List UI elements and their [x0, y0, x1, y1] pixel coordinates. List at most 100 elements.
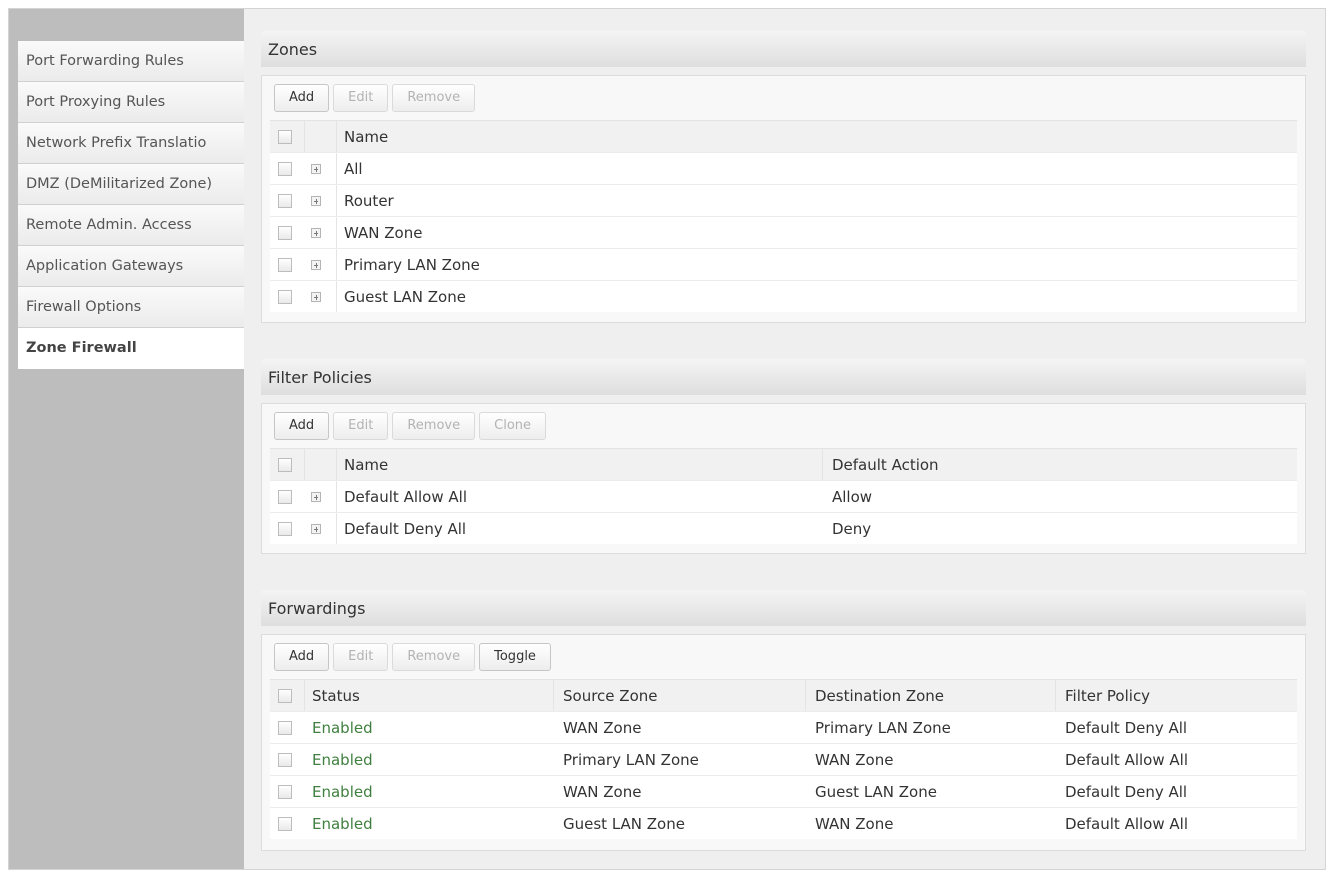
row-checkbox[interactable]	[278, 162, 292, 176]
table-row: WAN Zone	[270, 216, 1297, 248]
column-divider	[336, 121, 337, 152]
zones-table-header: Name	[270, 120, 1297, 152]
row-checkbox[interactable]	[278, 753, 292, 767]
table-row: Router	[270, 184, 1297, 216]
sidebar-item-remote-admin-access[interactable]: Remote Admin. Access	[18, 205, 244, 246]
zone-name: All	[344, 160, 363, 178]
row-checkbox[interactable]	[278, 290, 292, 304]
filter-policies-table: Name Default Action Default Allow All Al…	[270, 448, 1297, 544]
select-all-checkbox[interactable]	[278, 130, 292, 144]
policy-default-action: Deny	[832, 520, 872, 538]
zone-name: Primary LAN Zone	[344, 256, 480, 274]
forwarding-source-zone: WAN Zone	[563, 719, 642, 737]
filter-policies-clone-button[interactable]: Clone	[479, 412, 547, 440]
sidebar-item-port-forwarding-rules[interactable]: Port Forwarding Rules	[18, 41, 244, 82]
zones-edit-button[interactable]: Edit	[333, 84, 389, 112]
forwarding-source-zone: WAN Zone	[563, 783, 642, 801]
sidebar-item-firewall-options[interactable]: Firewall Options	[18, 287, 244, 328]
column-header-filter-policy: Filter Policy	[1065, 687, 1151, 705]
forwardings-add-button[interactable]: Add	[274, 643, 330, 671]
row-checkbox[interactable]	[278, 194, 292, 208]
forwarding-status: Enabled	[312, 783, 373, 801]
forwardings-toggle-button[interactable]: Toggle	[479, 643, 551, 671]
forwarding-filter-policy: Default Deny All	[1065, 719, 1188, 737]
row-checkbox[interactable]	[278, 721, 292, 735]
policy-default-action: Allow	[832, 488, 873, 506]
table-row: Enabled WAN Zone Primary LAN Zone Defaul…	[270, 711, 1297, 743]
table-row: All	[270, 152, 1297, 184]
row-checkbox[interactable]	[278, 522, 292, 536]
forwarding-status: Enabled	[312, 751, 373, 769]
forwardings-table: Status Source Zone Destination Zone Filt…	[270, 679, 1297, 839]
sidebar-nav: Port Forwarding Rules Port Proxying Rule…	[18, 41, 244, 369]
zone-name: Router	[344, 192, 394, 210]
column-divider	[336, 185, 337, 216]
filter-policies-add-button[interactable]: Add	[274, 412, 330, 440]
table-row: Enabled Primary LAN Zone WAN Zone Defaul…	[270, 743, 1297, 775]
filter-policies-toolbar: Add Edit Remove Clone	[274, 412, 547, 442]
forwardings-remove-button[interactable]: Remove	[392, 643, 476, 671]
select-all-checkbox[interactable]	[278, 458, 292, 472]
table-row: Guest LAN Zone	[270, 280, 1297, 312]
row-checkbox[interactable]	[278, 785, 292, 799]
forwarding-source-zone: Guest LAN Zone	[563, 815, 685, 833]
zones-add-button[interactable]: Add	[274, 84, 330, 112]
column-divider	[1055, 680, 1056, 711]
zones-panel-title: Zones	[261, 31, 1306, 67]
zones-remove-button[interactable]: Remove	[392, 84, 476, 112]
zones-panel: Add Edit Remove Name All Router WAN Zone…	[261, 75, 1306, 323]
forwardings-edit-button[interactable]: Edit	[333, 643, 389, 671]
expand-icon[interactable]	[311, 260, 321, 270]
row-checkbox[interactable]	[278, 258, 292, 272]
row-checkbox[interactable]	[278, 490, 292, 504]
column-divider	[304, 449, 305, 480]
policy-name: Default Allow All	[344, 488, 467, 506]
forwarding-destination-zone: Primary LAN Zone	[815, 719, 951, 737]
row-checkbox[interactable]	[278, 817, 292, 831]
app-frame: Port Forwarding Rules Port Proxying Rule…	[8, 8, 1326, 870]
filter-policies-panel: Add Edit Remove Clone Name Default Actio…	[261, 403, 1306, 554]
row-checkbox[interactable]	[278, 226, 292, 240]
policy-name: Default Deny All	[344, 520, 467, 538]
column-divider	[336, 481, 337, 512]
forwardings-panel: Add Edit Remove Toggle Status Source Zon…	[261, 634, 1306, 851]
sidebar-item-port-proxying-rules[interactable]: Port Proxying Rules	[18, 82, 244, 123]
sidebar: Port Forwarding Rules Port Proxying Rule…	[9, 9, 244, 869]
column-divider	[336, 153, 337, 184]
filter-policies-edit-button[interactable]: Edit	[333, 412, 389, 440]
expand-icon[interactable]	[311, 196, 321, 206]
expand-icon[interactable]	[311, 492, 321, 502]
column-header-default-action: Default Action	[832, 456, 939, 474]
column-divider	[336, 449, 337, 480]
sidebar-item-zone-firewall[interactable]: Zone Firewall	[18, 328, 244, 369]
column-header-status: Status	[312, 687, 360, 705]
column-header-name: Name	[344, 456, 389, 474]
forwardings-table-header: Status Source Zone Destination Zone Filt…	[270, 679, 1297, 711]
sidebar-item-dmz[interactable]: DMZ (DeMilitarized Zone)	[18, 164, 244, 205]
forwarding-destination-zone: WAN Zone	[815, 751, 894, 769]
expand-icon[interactable]	[311, 292, 321, 302]
column-divider	[822, 449, 823, 480]
column-divider	[304, 680, 305, 711]
forwarding-filter-policy: Default Allow All	[1065, 751, 1188, 769]
forwardings-panel-title: Forwardings	[261, 590, 1306, 626]
zones-table: Name All Router WAN Zone Primary LAN Zon…	[270, 120, 1297, 312]
column-divider	[336, 249, 337, 280]
expand-icon[interactable]	[311, 164, 321, 174]
column-divider	[805, 680, 806, 711]
column-divider	[304, 121, 305, 152]
expand-icon[interactable]	[311, 228, 321, 238]
table-row: Enabled Guest LAN Zone WAN Zone Default …	[270, 807, 1297, 839]
column-header-destination-zone: Destination Zone	[815, 687, 945, 705]
filter-policies-remove-button[interactable]: Remove	[392, 412, 476, 440]
zones-toolbar: Add Edit Remove	[274, 84, 476, 114]
sidebar-item-network-prefix-translation[interactable]: Network Prefix Translatio	[18, 123, 244, 164]
column-divider	[336, 513, 337, 544]
filter-policies-table-header: Name Default Action	[270, 448, 1297, 480]
forwardings-toolbar: Add Edit Remove Toggle	[274, 643, 551, 673]
select-all-checkbox[interactable]	[278, 689, 292, 703]
expand-icon[interactable]	[311, 524, 321, 534]
forwarding-status: Enabled	[312, 719, 373, 737]
sidebar-item-application-gateways[interactable]: Application Gateways	[18, 246, 244, 287]
zone-name: WAN Zone	[344, 224, 423, 242]
